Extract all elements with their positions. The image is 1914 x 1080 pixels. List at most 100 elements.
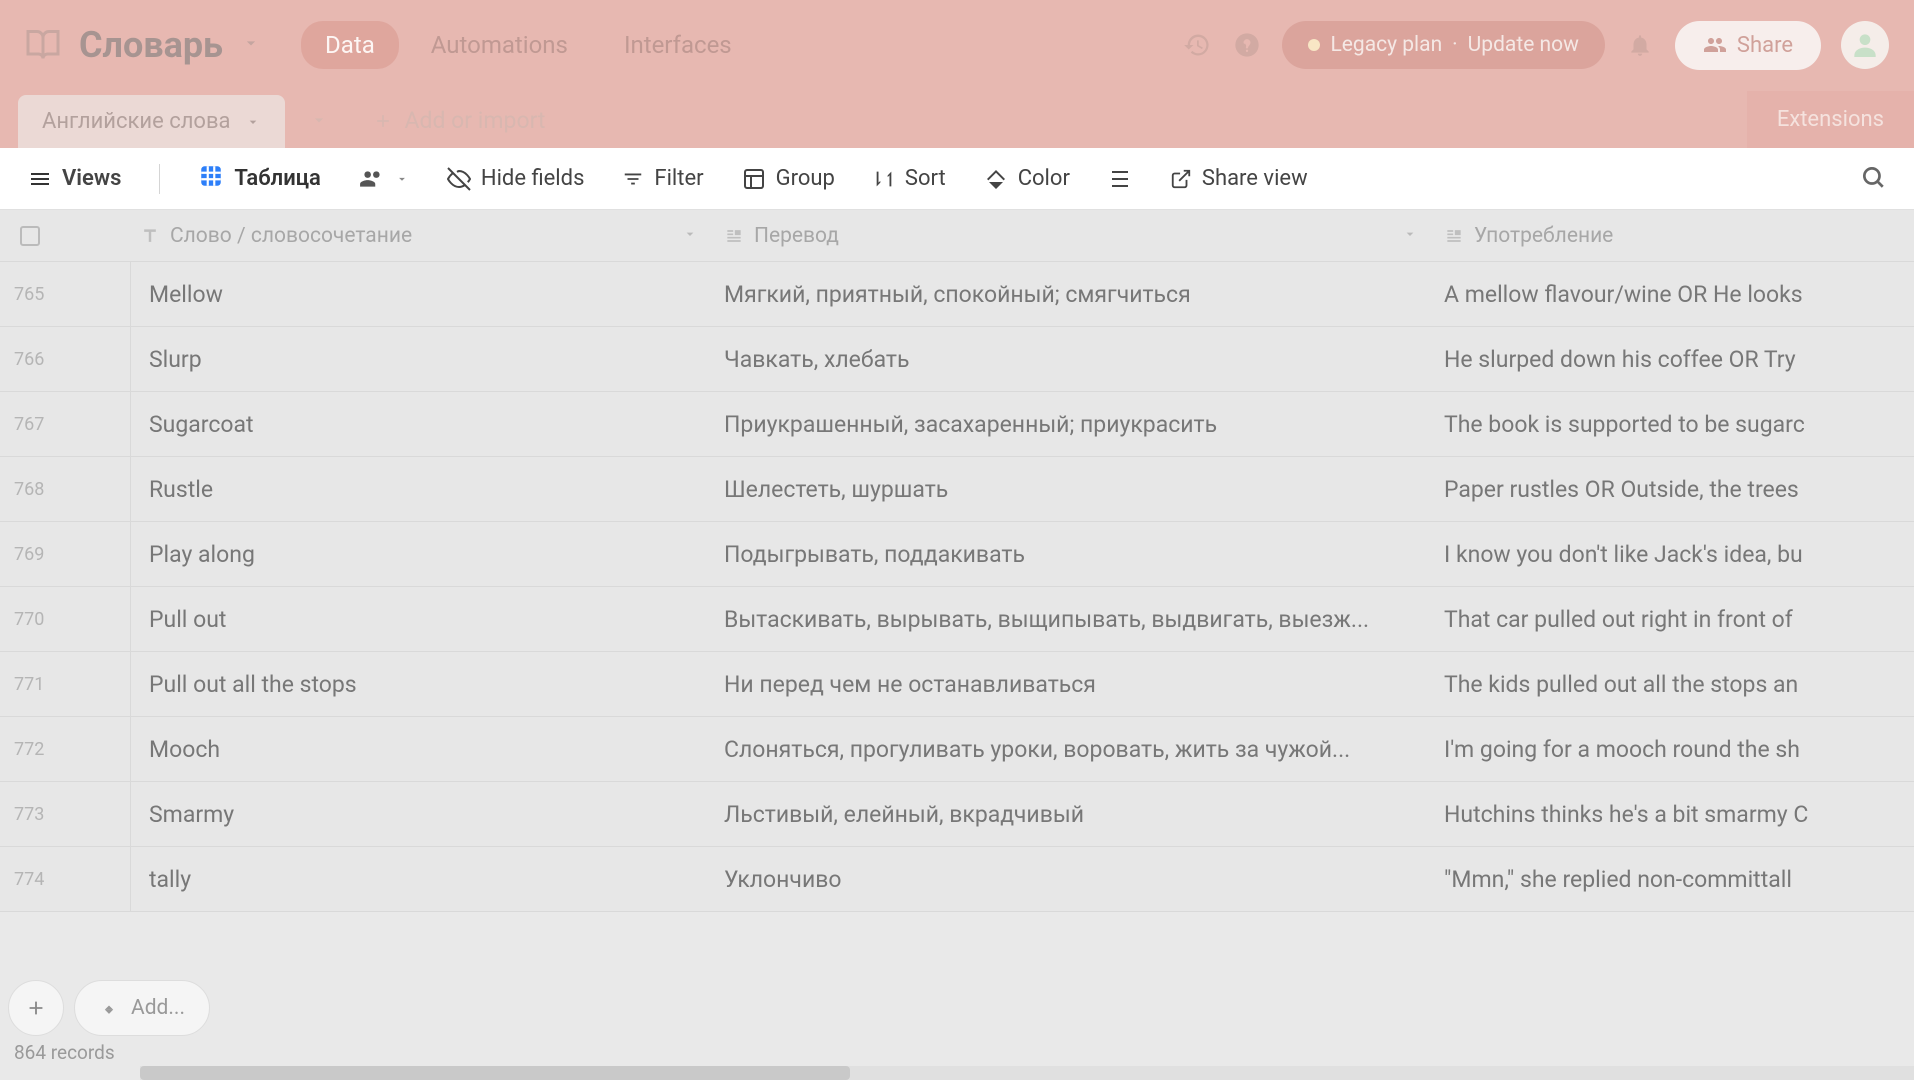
- nav-tab-interfaces[interactable]: Interfaces: [600, 21, 756, 69]
- help-icon[interactable]: [1232, 30, 1262, 60]
- cell-translation[interactable]: Вытаскивать, вырывать, выщипывать, выдви…: [710, 587, 1430, 651]
- cell-translation[interactable]: Уклончиво: [710, 847, 1430, 911]
- cell-word[interactable]: Rustle: [130, 457, 710, 521]
- cell-translation[interactable]: Подыгрывать, поддакивать: [710, 522, 1430, 586]
- add-import-label: Add or import: [405, 107, 546, 134]
- app-title[interactable]: Словарь: [79, 24, 223, 66]
- toolbar: Views Таблица Hide fields Filter Group S…: [0, 148, 1914, 210]
- cell-word[interactable]: Mooch: [130, 717, 710, 781]
- filter-label: Filter: [654, 166, 703, 191]
- bell-icon[interactable]: [1625, 30, 1655, 60]
- table-row[interactable]: 769Play alongПодыгрывать, поддакиватьI k…: [0, 522, 1914, 587]
- table-row[interactable]: 772MoochСлоняться, прогуливать уроки, во…: [0, 717, 1914, 782]
- cell-word[interactable]: Smarmy: [130, 782, 710, 846]
- table: Слово / словосочетание Перевод Употребле…: [0, 210, 1914, 912]
- table-row[interactable]: 767SugarcoatПриукрашенный, засахаренный;…: [0, 392, 1914, 457]
- cell-word[interactable]: Mellow: [130, 262, 710, 326]
- cell-word[interactable]: Pull out all the stops: [130, 652, 710, 716]
- nav-tab-data[interactable]: Data: [301, 21, 399, 69]
- cell-translation[interactable]: Шелестеть, шуршать: [710, 457, 1430, 521]
- view-name-button[interactable]: Таблица: [198, 163, 320, 195]
- table-row[interactable]: 771Pull out all the stopsНи перед чем не…: [0, 652, 1914, 717]
- cell-translation[interactable]: Слоняться, прогуливать уроки, воровать, …: [710, 717, 1430, 781]
- row-number: 773: [0, 804, 130, 825]
- cell-usage[interactable]: Paper rustles OR Outside, the trees: [1430, 457, 1914, 521]
- row-number: 774: [0, 869, 130, 890]
- cell-usage[interactable]: Hutchins thinks he's a bit smarmy C: [1430, 782, 1914, 846]
- plan-pill[interactable]: Legacy plan · Update now: [1282, 21, 1604, 69]
- column-usage-label: Употребление: [1474, 224, 1613, 248]
- cell-usage[interactable]: The kids pulled out all the stops an: [1430, 652, 1914, 716]
- row-number: 767: [0, 414, 130, 435]
- share-button[interactable]: Share: [1675, 21, 1821, 70]
- table-row[interactable]: 766SlurpЧавкать, хлебатьHe slurped down …: [0, 327, 1914, 392]
- hide-fields-button[interactable]: Hide fields: [447, 166, 585, 191]
- cell-usage[interactable]: He slurped down his coffee OR Try: [1430, 327, 1914, 391]
- column-header-translation[interactable]: Перевод: [710, 210, 1430, 261]
- search-icon[interactable]: [1860, 164, 1886, 194]
- extensions-button[interactable]: Extensions: [1747, 91, 1914, 148]
- table-tab-label: Английские слова: [42, 109, 231, 134]
- cell-usage[interactable]: The book is supported to be sugarc: [1430, 392, 1914, 456]
- cell-word[interactable]: Play along: [130, 522, 710, 586]
- add-import-button[interactable]: Add or import: [353, 93, 566, 148]
- grid-icon: [198, 163, 224, 195]
- add-label: Add...: [131, 996, 185, 1020]
- table-row[interactable]: 770Pull outВытаскивать, вырывать, выщипы…: [0, 587, 1914, 652]
- group-button[interactable]: Group: [742, 166, 835, 191]
- hide-fields-label: Hide fields: [481, 166, 585, 191]
- cell-usage[interactable]: A mellow flavour/wine OR He looks: [1430, 262, 1914, 326]
- row-number: 770: [0, 609, 130, 630]
- tabs-chevron[interactable]: [285, 96, 353, 148]
- chevron-down-icon[interactable]: [1402, 224, 1418, 248]
- select-all-checkbox[interactable]: [0, 210, 60, 261]
- nav-tab-automations[interactable]: Automations: [407, 21, 592, 69]
- share-view-button[interactable]: Share view: [1170, 166, 1308, 191]
- horizontal-scrollbar[interactable]: [140, 1066, 1914, 1080]
- table-row[interactable]: 768RustleШелестеть, шуршатьPaper rustles…: [0, 457, 1914, 522]
- cell-usage[interactable]: "Mmn," she replied non-committall: [1430, 847, 1914, 911]
- table-tab[interactable]: Английские слова: [18, 95, 285, 148]
- tabs-bar: Английские слова Add or import Extension…: [0, 90, 1914, 148]
- row-number: 771: [0, 674, 130, 695]
- cell-translation[interactable]: Мягкий, приятный, спокойный; смягчиться: [710, 262, 1430, 326]
- cell-translation[interactable]: Чавкать, хлебать: [710, 327, 1430, 391]
- history-icon[interactable]: [1182, 30, 1212, 60]
- cell-usage[interactable]: That car pulled out right in front of: [1430, 587, 1914, 651]
- table-row[interactable]: 765MellowМягкий, приятный, спокойный; см…: [0, 262, 1914, 327]
- column-word-label: Слово / словосочетание: [170, 224, 412, 248]
- views-label: Views: [62, 166, 121, 191]
- cell-translation[interactable]: Приукрашенный, засахаренный; приукрасить: [710, 392, 1430, 456]
- table-row[interactable]: 774tallyУклончиво"Mmn," she replied non-…: [0, 847, 1914, 912]
- cell-translation[interactable]: Ни перед чем не останавливаться: [710, 652, 1430, 716]
- add-row-button[interactable]: [8, 980, 64, 1036]
- group-label: Group: [776, 166, 835, 191]
- sort-button[interactable]: Sort: [873, 166, 946, 191]
- color-button[interactable]: Color: [984, 166, 1070, 191]
- chevron-down-icon[interactable]: [682, 224, 698, 248]
- collaborators-button[interactable]: [359, 166, 409, 192]
- header-left: Словарь: [25, 24, 261, 66]
- cell-word[interactable]: tally: [130, 847, 710, 911]
- plan-separator: ·: [1452, 33, 1458, 57]
- footer-controls: Add...: [8, 980, 210, 1036]
- row-height-button[interactable]: [1108, 167, 1132, 191]
- column-header-word[interactable]: Слово / словосочетание: [130, 210, 710, 261]
- scrollbar-thumb[interactable]: [140, 1066, 850, 1080]
- cell-usage[interactable]: I'm going for a mooch round the sh: [1430, 717, 1914, 781]
- views-button[interactable]: Views: [28, 166, 121, 191]
- cell-word[interactable]: Sugarcoat: [130, 392, 710, 456]
- chevron-down-icon[interactable]: [241, 33, 261, 57]
- column-header-usage[interactable]: Употребление: [1430, 210, 1914, 261]
- filter-button[interactable]: Filter: [622, 166, 703, 191]
- cell-word[interactable]: Pull out: [130, 587, 710, 651]
- add-button[interactable]: Add...: [74, 980, 210, 1036]
- table-row[interactable]: 773SmarmyЛьстивый, елейный, вкрадчивыйHu…: [0, 782, 1914, 847]
- book-icon: [25, 27, 61, 63]
- cell-word[interactable]: Slurp: [130, 327, 710, 391]
- cell-usage[interactable]: I know you don't like Jack's idea, bu: [1430, 522, 1914, 586]
- row-number: 765: [0, 284, 130, 305]
- cell-translation[interactable]: Льстивый, елейный, вкрадчивый: [710, 782, 1430, 846]
- column-translation-label: Перевод: [754, 224, 839, 248]
- avatar[interactable]: [1841, 21, 1889, 69]
